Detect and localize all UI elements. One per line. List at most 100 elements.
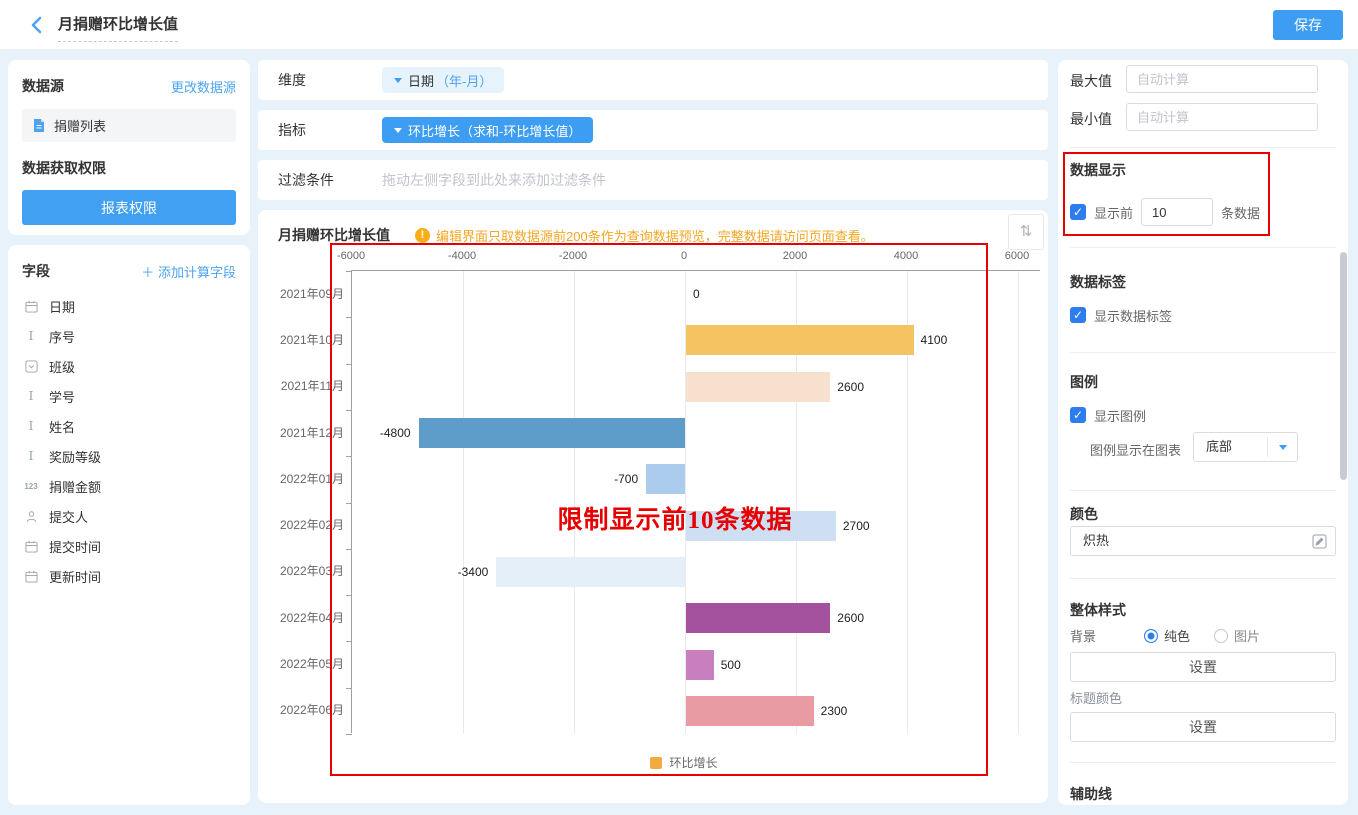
scrollbar-thumb[interactable] — [1340, 252, 1347, 480]
field-label: 奖励等级 — [49, 447, 101, 466]
chevron-down-icon — [1279, 445, 1287, 450]
metric-chip[interactable]: 环比增长（求和-环比增长值） — [382, 117, 593, 143]
divider — [1070, 762, 1336, 763]
filter-row[interactable]: 过滤条件 拖动左侧字段到此处来添加过滤条件 — [258, 160, 1048, 200]
show-legend-row: ✓ 显示图例 — [1070, 400, 1146, 430]
bar — [686, 372, 830, 402]
show-first-label: 显示前 — [1094, 203, 1133, 222]
color-scheme-select[interactable]: 炽热 — [1070, 526, 1336, 556]
legend-position-label: 图例显示在图表 — [1090, 440, 1181, 459]
dimension-chip[interactable]: 日期 （年-月） — [382, 67, 504, 93]
legend-position-select[interactable]: 底部 — [1193, 432, 1298, 462]
bar-value-label: 2300 — [821, 688, 848, 734]
field-item[interactable]: 提交人 — [22, 501, 236, 531]
change-datasource-link[interactable]: 更改数据源 — [171, 77, 236, 96]
add-calc-field-link[interactable]: ＋ 添加计算字段 — [141, 262, 236, 281]
permission-title: 数据获取权限 — [22, 158, 236, 178]
chevron-down-icon — [394, 128, 402, 133]
y-axis-category-label: 2022年01月 — [262, 455, 344, 501]
aux-line-title: 辅助线 — [1070, 784, 1112, 804]
field-item[interactable]: 班级 — [22, 351, 236, 381]
data-labels-title: 数据标签 — [1070, 272, 1126, 292]
y-axis-tick — [346, 503, 352, 504]
x-axis-tick-label: 0 — [681, 250, 687, 262]
min-value-label: 最小值 — [1070, 109, 1112, 129]
save-button[interactable]: 保存 — [1273, 10, 1343, 40]
overall-style-title: 整体样式 — [1070, 600, 1126, 620]
y-axis-tick — [346, 410, 352, 411]
page-title[interactable]: 月捐赠环比增长值 — [58, 13, 178, 42]
report-permission-button[interactable]: 报表权限 — [22, 190, 236, 225]
divider — [1070, 578, 1336, 579]
field-item[interactable]: I奖励等级 — [22, 441, 236, 471]
title-color-settings-button[interactable]: 设置 — [1070, 712, 1336, 742]
bar — [646, 464, 685, 494]
dimension-chip-suffix: （年-月） — [436, 71, 492, 90]
solid-color-label: 纯色 — [1164, 626, 1190, 645]
x-axis-tick-label: -4000 — [448, 250, 476, 262]
datasource-item[interactable]: 捐赠列表 — [22, 109, 236, 142]
fields-panel: 字段 ＋ 添加计算字段 日期I序号班级 I学号I姓名I奖励等级123捐赠金额提交人… — [8, 245, 250, 805]
background-settings-button[interactable]: 设置 — [1070, 652, 1336, 682]
gridline — [574, 271, 575, 734]
number-icon: 123 — [22, 482, 40, 491]
field-item[interactable]: 123捐赠金额 — [22, 471, 236, 501]
calendar-icon — [22, 300, 40, 313]
legend-label: 环比增长 — [669, 754, 717, 771]
field-item[interactable]: 日期 — [22, 291, 236, 321]
y-axis-tick — [346, 641, 352, 642]
bar-chart-plot: 041002600-4800-7002700-340026005002300 — [351, 270, 1040, 733]
bar-value-label: 2600 — [837, 595, 864, 641]
y-axis-tick — [346, 734, 352, 735]
y-axis-category-label: 2022年03月 — [262, 548, 344, 594]
chart-title: 月捐赠环比增长值 — [278, 225, 390, 245]
field-item[interactable]: I姓名 — [22, 411, 236, 441]
chart-panel: 月捐赠环比增长值 ! 编辑界面只取数据源前200条作为查询数据预览，完整数据请访… — [258, 210, 1048, 803]
field-item[interactable]: 提交时间 — [22, 531, 236, 561]
y-axis-tick — [346, 688, 352, 689]
data-labels-checkbox[interactable]: ✓ — [1070, 307, 1086, 323]
bar-value-label: 2700 — [843, 503, 870, 549]
select-icon — [22, 360, 40, 373]
calendar-icon — [22, 570, 40, 583]
data-labels-row: ✓ 显示数据标签 — [1070, 300, 1172, 330]
show-first-checkbox[interactable]: ✓ — [1070, 204, 1086, 220]
bar-value-label: -700 — [614, 456, 638, 502]
row-count-unit: 条数据 — [1221, 203, 1260, 222]
metric-label: 指标 — [278, 110, 306, 150]
gridline — [1018, 271, 1019, 734]
field-item[interactable]: I序号 — [22, 321, 236, 351]
datasource-title: 数据源 — [22, 76, 64, 96]
field-item[interactable]: I学号 — [22, 381, 236, 411]
back-button[interactable] — [26, 13, 50, 37]
x-axis-tick-label: 6000 — [1005, 250, 1029, 262]
sort-button[interactable]: ⇅ — [1008, 214, 1044, 250]
x-axis-tick-label: 2000 — [783, 250, 807, 262]
divider — [1070, 490, 1336, 491]
bar — [686, 511, 836, 541]
person-icon — [22, 510, 40, 523]
chart-legend[interactable]: 环比增长 — [351, 754, 1017, 771]
bar — [686, 325, 914, 355]
dimension-row: 维度 日期 （年-月） — [258, 60, 1048, 100]
field-label: 序号 — [49, 327, 75, 346]
field-label: 班级 — [49, 357, 75, 376]
x-axis-tick-label: -2000 — [559, 250, 587, 262]
show-legend-checkbox[interactable]: ✓ — [1070, 407, 1086, 423]
field-item[interactable]: 更新时间 — [22, 561, 236, 591]
y-axis-tick — [346, 595, 352, 596]
warning-icon: ! — [415, 228, 430, 243]
fields-title: 字段 — [22, 261, 50, 281]
y-axis-category-label: 2021年09月 — [262, 270, 344, 316]
sort-icon: ⇅ — [1020, 223, 1033, 240]
min-value-input[interactable] — [1126, 103, 1318, 131]
solid-color-radio[interactable] — [1144, 629, 1158, 643]
bar — [686, 603, 830, 633]
legend-swatch-icon — [650, 757, 662, 769]
warning-text: 编辑界面只取数据源前200条作为查询数据预览，完整数据请访问页面查看。 — [436, 226, 874, 245]
edit-icon[interactable] — [1312, 534, 1327, 552]
image-radio[interactable] — [1214, 629, 1228, 643]
row-count-input[interactable] — [1141, 198, 1213, 226]
max-value-input[interactable] — [1126, 65, 1318, 93]
datasource-name: 捐赠列表 — [54, 116, 106, 135]
